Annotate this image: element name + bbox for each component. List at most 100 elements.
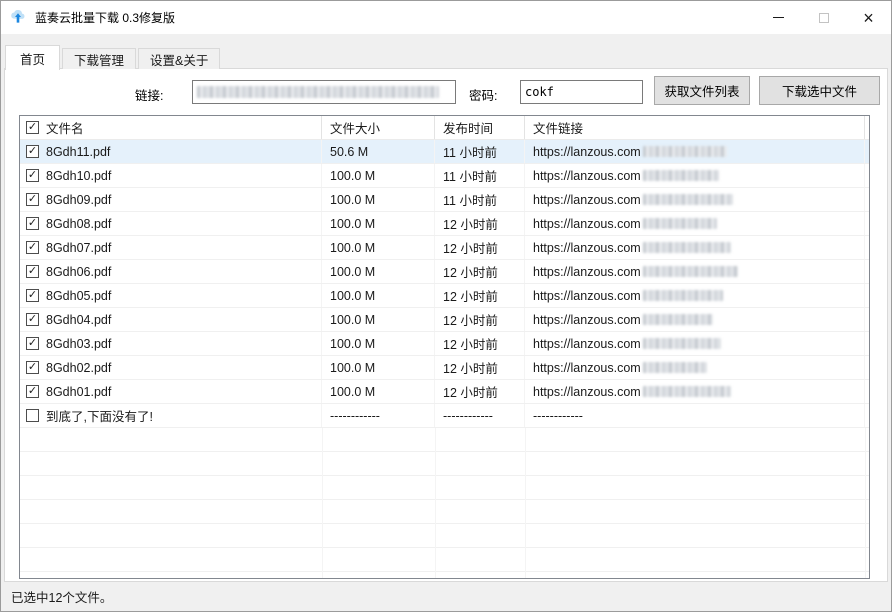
column-slack <box>865 116 870 139</box>
close-button[interactable]: × <box>846 1 891 34</box>
link-input[interactable] <box>192 80 456 104</box>
minimize-icon <box>773 17 784 18</box>
table-row[interactable]: 8Gdh01.pdf 100.0 M 12 小时前 https://lanzou… <box>20 380 869 404</box>
cell-filelink: https://lanzous.com <box>525 356 865 379</box>
row-checkbox[interactable] <box>26 169 39 182</box>
table-row[interactable]: 8Gdh02.pdf 100.0 M 12 小时前 https://lanzou… <box>20 356 869 380</box>
table-row[interactable]: 8Gdh06.pdf 100.0 M 12 小时前 https://lanzou… <box>20 260 869 284</box>
row-checkbox[interactable] <box>26 409 39 422</box>
cell-filename: 8Gdh09.pdf <box>20 188 322 211</box>
table-row[interactable]: 8Gdh10.pdf 100.0 M 11 小时前 https://lanzou… <box>20 164 869 188</box>
column-filelink[interactable]: 文件链接 <box>525 116 865 139</box>
row-checkbox[interactable] <box>26 385 39 398</box>
cell-filename: 8Gdh06.pdf <box>20 260 322 283</box>
status-text: 已选中12个文件。 <box>11 587 112 606</box>
filename-text: 8Gdh11.pdf <box>46 145 110 159</box>
cell-filesize: 100.0 M <box>322 236 435 259</box>
cell-filelink: https://lanzous.com <box>525 140 865 163</box>
link-text: https://lanzous.com <box>533 241 641 255</box>
tab-download-manager[interactable]: 下载管理 <box>62 48 136 69</box>
filename-text: 8Gdh09.pdf <box>46 193 111 207</box>
table-row[interactable]: 8Gdh07.pdf 100.0 M 12 小时前 https://lanzou… <box>20 236 869 260</box>
cell-filelink: https://lanzous.com <box>525 188 865 211</box>
cell-filelink: ------------ <box>525 404 865 427</box>
get-file-list-button[interactable]: 获取文件列表 <box>654 76 750 105</box>
minimize-button[interactable] <box>756 1 801 34</box>
cell-publish-time: 11 小时前 <box>435 140 525 163</box>
row-checkbox[interactable] <box>26 265 39 278</box>
filename-text: 8Gdh08.pdf <box>46 217 111 231</box>
window-controls: × <box>756 1 891 34</box>
tab-home[interactable]: 首页 <box>5 45 60 70</box>
link-redacted-blur <box>643 218 717 229</box>
link-redacted-blur <box>643 362 707 373</box>
cell-filename: 8Gdh04.pdf <box>20 308 322 331</box>
row-checkbox[interactable] <box>26 217 39 230</box>
link-text: https://lanzous.com <box>533 313 641 327</box>
link-redacted-blur <box>643 242 731 253</box>
select-all-checkbox[interactable] <box>26 121 39 134</box>
table-row[interactable]: 8Gdh03.pdf 100.0 M 12 小时前 https://lanzou… <box>20 332 869 356</box>
maximize-button[interactable] <box>801 1 846 34</box>
link-text: https://lanzous.com <box>533 361 641 375</box>
link-redacted-blur <box>643 146 727 157</box>
cell-publish-time: 12 小时前 <box>435 284 525 307</box>
cell-publish-time: 11 小时前 <box>435 188 525 211</box>
app-cloud-upload-icon <box>10 10 26 26</box>
row-checkbox[interactable] <box>26 241 39 254</box>
row-checkbox[interactable] <box>26 313 39 326</box>
tab-settings-about[interactable]: 设置&关于 <box>138 48 220 69</box>
window-title: 蓝奏云批量下载 0.3修复版 <box>35 9 175 26</box>
statusbar: 已选中12个文件。 <box>1 582 891 611</box>
link-text: ------------ <box>533 409 583 423</box>
row-checkbox[interactable] <box>26 337 39 350</box>
filename-text: 8Gdh05.pdf <box>46 289 111 303</box>
row-checkbox[interactable] <box>26 289 39 302</box>
cell-filesize: 100.0 M <box>322 188 435 211</box>
filename-text: 8Gdh02.pdf <box>46 361 111 375</box>
cell-slack <box>865 188 870 211</box>
titlebar: 蓝奏云批量下载 0.3修复版 × <box>1 1 891 34</box>
cell-publish-time: ------------ <box>435 404 525 427</box>
cell-filename: 8Gdh08.pdf <box>20 212 322 235</box>
table-row[interactable]: 8Gdh08.pdf 100.0 M 12 小时前 https://lanzou… <box>20 212 869 236</box>
cell-publish-time: 12 小时前 <box>435 236 525 259</box>
password-input[interactable] <box>520 80 643 104</box>
row-checkbox[interactable] <box>26 361 39 374</box>
table-header: 文件名 文件大小 发布时间 文件链接 <box>20 116 869 140</box>
tabstrip: 首页 下载管理 设置&关于 <box>5 44 222 69</box>
cell-filename: 到底了,下面没有了! <box>20 404 322 427</box>
table-row[interactable]: 8Gdh11.pdf 50.6 M 11 小时前 https://lanzous… <box>20 140 869 164</box>
cell-filename: 8Gdh01.pdf <box>20 380 322 403</box>
cell-filesize: 100.0 M <box>322 284 435 307</box>
cell-filesize: 100.0 M <box>322 356 435 379</box>
download-selected-button[interactable]: 下载选中文件 <box>759 76 880 105</box>
filename-text: 到底了,下面没有了! <box>46 406 153 425</box>
filename-text: 8Gdh06.pdf <box>46 265 111 279</box>
table-row[interactable]: 到底了,下面没有了! ------------ ------------ ---… <box>20 404 869 428</box>
cell-publish-time: 11 小时前 <box>435 164 525 187</box>
cell-slack <box>865 164 870 187</box>
table-row[interactable]: 8Gdh04.pdf 100.0 M 12 小时前 https://lanzou… <box>20 308 869 332</box>
row-checkbox[interactable] <box>26 145 39 158</box>
link-text: https://lanzous.com <box>533 385 641 399</box>
cell-filename: 8Gdh02.pdf <box>20 356 322 379</box>
cell-filename: 8Gdh03.pdf <box>20 332 322 355</box>
link-redacted-blur <box>643 290 723 301</box>
cell-filesize: 100.0 M <box>322 380 435 403</box>
column-filename[interactable]: 文件名 <box>20 116 322 139</box>
column-filesize[interactable]: 文件大小 <box>322 116 435 139</box>
cell-slack <box>865 356 870 379</box>
cell-slack <box>865 212 870 235</box>
home-tab-page: 链接: 密码: 获取文件列表 下载选中文件 文件名 文件大小 发布时间 文件链接 <box>4 68 888 582</box>
table-row[interactable]: 8Gdh05.pdf 100.0 M 12 小时前 https://lanzou… <box>20 284 869 308</box>
column-publish-time[interactable]: 发布时间 <box>435 116 525 139</box>
link-redacted-blur <box>643 314 713 325</box>
cell-publish-time: 12 小时前 <box>435 332 525 355</box>
link-redacted-blur <box>643 338 721 349</box>
link-redacted-blur <box>643 386 731 397</box>
password-label: 密码: <box>469 85 497 104</box>
cell-filelink: https://lanzous.com <box>525 380 865 403</box>
row-checkbox[interactable] <box>26 193 39 206</box>
table-row[interactable]: 8Gdh09.pdf 100.0 M 11 小时前 https://lanzou… <box>20 188 869 212</box>
